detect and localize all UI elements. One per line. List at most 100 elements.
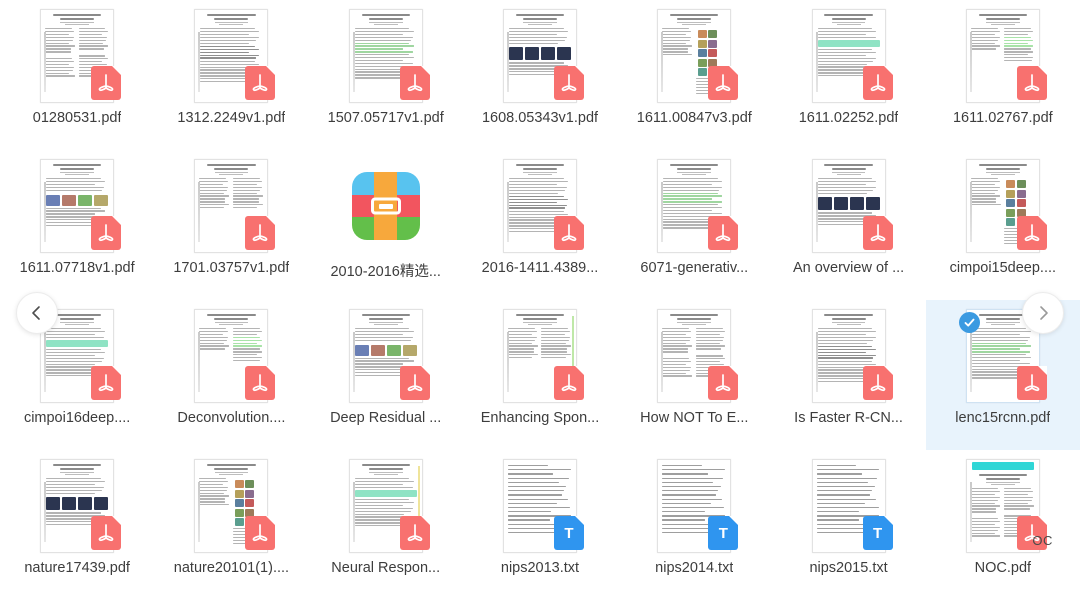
file-thumbnail-wrap[interactable] <box>334 308 438 404</box>
file-label: 1701.03757v1.pdf <box>173 260 290 276</box>
file-item[interactable]: Is Faster R-CN... <box>771 300 925 450</box>
file-item[interactable]: An overview of ... <box>771 150 925 300</box>
pdf-file-icon <box>245 516 276 550</box>
file-label: Deep Residual ... <box>330 410 442 426</box>
file-label: 1611.07718v1.pdf <box>19 260 135 276</box>
pdf-file-icon <box>91 366 122 400</box>
file-item[interactable]: Tnips2013.txt <box>463 450 617 594</box>
file-item[interactable]: 6071-generativ... <box>617 150 771 300</box>
file-thumbnail-wrap[interactable] <box>334 158 438 254</box>
chevron-left-icon <box>32 306 40 320</box>
file-label: 1608.05343v1.pdf <box>481 110 599 126</box>
pdf-file-icon <box>245 216 276 250</box>
file-item[interactable]: 1312.2249v1.pdf <box>154 0 308 150</box>
file-label: 1312.2249v1.pdf <box>177 110 286 126</box>
file-item[interactable]: 1611.02252.pdf <box>771 0 925 150</box>
file-item[interactable]: 1507.05717v1.pdf <box>309 0 463 150</box>
file-label: An overview of ... <box>792 260 905 276</box>
file-label: Is Faster R-CN... <box>794 410 903 426</box>
file-item[interactable]: 2010-2016精选... <box>309 150 463 300</box>
file-thumbnail-wrap[interactable] <box>25 458 129 554</box>
file-thumbnail-wrap[interactable] <box>642 8 746 104</box>
file-item[interactable]: 01280531.pdf <box>0 0 154 150</box>
pdf-file-icon <box>399 366 430 400</box>
file-item[interactable]: Enhancing Spon... <box>463 300 617 450</box>
file-thumbnail-wrap[interactable] <box>334 458 438 554</box>
file-label: nature20101(1).... <box>173 560 290 576</box>
file-thumbnail-wrap[interactable] <box>797 158 901 254</box>
file-thumbnail-wrap[interactable] <box>642 308 746 404</box>
file-label: 2010-2016精选... <box>330 264 441 280</box>
file-label: cimpoi16deep.... <box>23 410 131 426</box>
file-label: 1611.00847v3.pdf <box>636 110 752 126</box>
file-label: 1507.05717v1.pdf <box>327 110 444 126</box>
file-item[interactable]: Deep Residual ... <box>309 300 463 450</box>
file-label: nips2014.txt <box>655 560 734 576</box>
pdf-file-icon <box>708 66 739 100</box>
file-item[interactable]: cimpoi15deep.... <box>926 150 1080 300</box>
pdf-file-icon <box>862 216 893 250</box>
file-item[interactable]: How NOT To E... <box>617 300 771 450</box>
file-thumbnail-wrap[interactable] <box>179 458 283 554</box>
file-item[interactable]: OC NOC.pdf <box>926 450 1080 594</box>
file-thumbnail-wrap[interactable] <box>488 308 592 404</box>
file-thumbnail-wrap[interactable] <box>951 158 1055 254</box>
file-label: nature17439.pdf <box>24 560 130 576</box>
file-item[interactable]: nature17439.pdf <box>0 450 154 594</box>
file-thumbnail-wrap[interactable] <box>797 8 901 104</box>
file-label: lenc15rcnn.pdf <box>955 410 1051 426</box>
file-thumbnail-wrap[interactable]: T <box>797 458 901 554</box>
file-label: NOC.pdf <box>974 560 1032 576</box>
file-item[interactable]: Neural Respon... <box>309 450 463 594</box>
file-label: 6071-generativ... <box>640 260 749 276</box>
file-thumbnail-wrap[interactable]: OC <box>951 458 1055 554</box>
file-thumbnail-wrap[interactable] <box>951 8 1055 104</box>
file-thumbnail-wrap[interactable] <box>797 308 901 404</box>
pdf-file-icon <box>553 216 584 250</box>
file-thumbnail-wrap[interactable] <box>179 308 283 404</box>
file-grid: 01280531.pdf 1312.2249v1.pdf 1507.05717v1.… <box>0 0 1080 594</box>
file-thumbnail-wrap[interactable] <box>25 158 129 254</box>
file-label: 01280531.pdf <box>32 110 122 126</box>
pdf-file-icon <box>708 216 739 250</box>
chevron-right-icon <box>1040 306 1048 320</box>
file-thumbnail-wrap[interactable] <box>488 158 592 254</box>
txt-file-icon: T <box>708 516 739 550</box>
file-label: Enhancing Spon... <box>480 410 600 426</box>
pdf-file-icon <box>245 366 276 400</box>
pdf-file-icon <box>553 366 584 400</box>
file-thumbnail-wrap[interactable] <box>488 8 592 104</box>
file-item[interactable]: 1611.07718v1.pdf <box>0 150 154 300</box>
file-thumbnail-wrap[interactable] <box>334 8 438 104</box>
file-item[interactable]: Tnips2014.txt <box>617 450 771 594</box>
file-item[interactable]: 1611.02767.pdf <box>926 0 1080 150</box>
file-thumbnail-wrap[interactable] <box>642 158 746 254</box>
file-item[interactable]: 1701.03757v1.pdf <box>154 150 308 300</box>
file-item[interactable]: Deconvolution.... <box>154 300 308 450</box>
file-label: 2016-1411.4389... <box>481 260 599 276</box>
file-label: Neural Respon... <box>331 560 441 576</box>
previous-page-button[interactable] <box>16 292 58 334</box>
file-thumbnail-wrap[interactable] <box>25 8 129 104</box>
pdf-file-icon <box>399 516 430 550</box>
file-thumbnail-wrap[interactable] <box>179 158 283 254</box>
next-page-button[interactable] <box>1022 292 1064 334</box>
file-label: nips2013.txt <box>500 560 580 576</box>
file-item[interactable]: Tnips2015.txt <box>771 450 925 594</box>
pdf-file-icon <box>245 66 276 100</box>
file-item[interactable]: nature20101(1).... <box>154 450 308 594</box>
pdf-file-icon <box>708 366 739 400</box>
file-label: 1611.02767.pdf <box>952 110 1053 126</box>
pdf-file-icon <box>91 516 122 550</box>
selection-check-icon <box>958 312 980 333</box>
file-thumbnail-wrap[interactable]: T <box>642 458 746 554</box>
file-item[interactable]: 2016-1411.4389... <box>463 150 617 300</box>
pdf-file-icon <box>1016 66 1047 100</box>
file-thumbnail-wrap[interactable]: T <box>488 458 592 554</box>
noc-watermark: OC <box>1032 533 1053 548</box>
pdf-file-icon <box>91 66 122 100</box>
file-item[interactable]: 1611.00847v3.pdf <box>617 0 771 150</box>
file-item[interactable]: 1608.05343v1.pdf <box>463 0 617 150</box>
file-thumbnail-wrap[interactable] <box>179 8 283 104</box>
file-label: How NOT To E... <box>640 410 749 426</box>
